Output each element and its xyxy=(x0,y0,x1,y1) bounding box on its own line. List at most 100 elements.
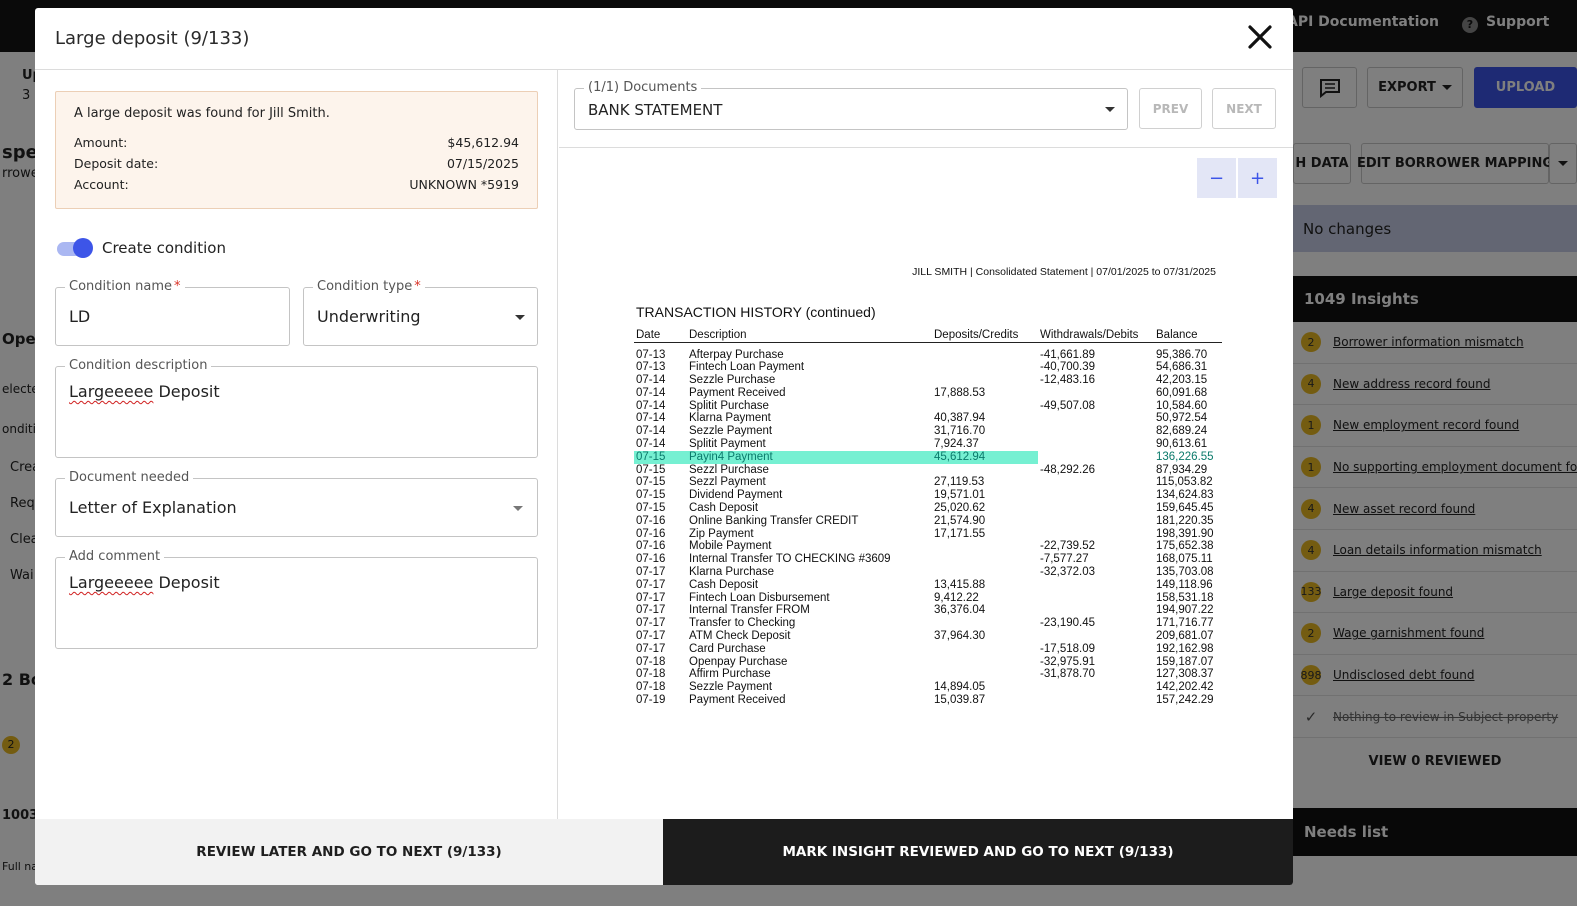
table-cell xyxy=(1038,502,1154,515)
table-cell xyxy=(1038,592,1154,605)
table-cell: 25,020.62 xyxy=(934,502,986,515)
mark-reviewed-button[interactable]: MARK INSIGHT REVIEWED AND GO TO NEXT (9/… xyxy=(663,819,1293,885)
table-cell: 175,652.38 xyxy=(1156,540,1214,553)
table-row: 07-18 Openpay Purchase -32,975.91 159,187.0… xyxy=(634,656,1222,669)
table-cell xyxy=(1038,476,1154,489)
table-cell: Zip Payment xyxy=(689,527,754,540)
document-select[interactable]: (1/1) Documents BANK STATEMENT xyxy=(574,80,1128,130)
table-cell: 07-14 xyxy=(636,425,666,438)
table-cell: 60,091.68 xyxy=(1156,386,1208,399)
zoom-out-button[interactable]: − xyxy=(1197,158,1236,198)
table-cell: 07-14 xyxy=(636,438,666,451)
table-cell: Sezzle Payment xyxy=(689,681,773,694)
table-cell xyxy=(1038,425,1154,438)
table-cell xyxy=(932,553,1038,566)
add-comment-textarea[interactable]: Add comment Largeeeee Deposit xyxy=(55,549,538,649)
table-cell xyxy=(1038,694,1154,707)
condition-description-value: Largeeeee Deposit xyxy=(69,382,220,401)
table-cell: 07-18 xyxy=(636,668,666,681)
table-cell: 135,703.08 xyxy=(1156,566,1214,579)
table-cell: Afterpay Purchase xyxy=(689,348,784,361)
table-cell: 07-17 xyxy=(636,617,666,630)
review-later-button[interactable]: REVIEW LATER AND GO TO NEXT (9/133) xyxy=(35,819,663,885)
table-cell: 07-14 xyxy=(636,374,666,387)
table-cell: Splitit Payment xyxy=(689,438,766,451)
condition-description-textarea[interactable]: Condition description Largeeeee Deposit xyxy=(55,358,538,458)
document-needed-value: Letter of Explanation xyxy=(69,498,237,517)
chevron-down-icon xyxy=(515,315,525,320)
table-cell: 07-14 xyxy=(636,412,666,425)
condition-description-label: Condition description xyxy=(65,358,212,373)
table-cell: 07-18 xyxy=(636,681,666,694)
table-cell: 82,689.24 xyxy=(1156,425,1208,438)
table-cell: 07-16 xyxy=(636,527,666,540)
table-row: 07-15 Sezzl Purchase -48,292.26 87,934.29 xyxy=(634,464,1222,477)
table-cell: ATM Check Deposit xyxy=(689,630,791,643)
table-cell: 07-13 xyxy=(636,348,666,361)
alert-message: A large deposit was found for Jill Smith… xyxy=(74,106,330,121)
document-select-value: BANK STATEMENT xyxy=(588,101,723,119)
table-cell: Sezzl Payment xyxy=(689,476,766,489)
condition-type-select[interactable]: Condition type * Underwriting xyxy=(303,279,538,346)
table-row: 07-16 Online Banking Transfer CREDIT 21,57… xyxy=(634,515,1222,528)
table-row: 07-14 Sezzle Purchase -12,483.16 42,203.15 xyxy=(634,374,1222,387)
table-cell xyxy=(1038,604,1154,617)
table-cell: 07-14 xyxy=(636,386,666,399)
condition-name-value: LD xyxy=(69,307,91,326)
table-cell: Dividend Payment xyxy=(689,489,783,502)
table-cell: 07-15 xyxy=(636,489,666,502)
table-row: 07-14 Splitit Payment 7,924.37 90,613.61 xyxy=(634,438,1222,451)
table-cell: Openpay Purchase xyxy=(689,655,788,668)
table-cell: 50,972.54 xyxy=(1156,412,1208,425)
table-cell xyxy=(932,361,1038,374)
table-cell: 07-17 xyxy=(636,604,666,617)
table-row: 07-19 Payment Received 15,039.87 157,242.29 xyxy=(634,694,1222,707)
bank-statement-page: JILL SMITH | Consolidated Statement | 07… xyxy=(559,149,1293,819)
table-cell: 171,716.77 xyxy=(1156,617,1214,630)
create-condition-toggle[interactable] xyxy=(55,238,93,258)
condition-type-value: Underwriting xyxy=(317,307,421,326)
condition-type-label: Condition type * xyxy=(313,279,425,294)
prev-document-button[interactable]: PREV xyxy=(1139,88,1202,129)
table-cell: Klarna Payment xyxy=(689,412,771,425)
large-deposit-alert: A large deposit was found for Jill Smith… xyxy=(55,91,538,209)
table-row: 07-15 Dividend Payment 19,571.01 134,624.83 xyxy=(634,489,1222,502)
zoom-controls: − + xyxy=(1197,158,1277,198)
table-row: 07-14 Payment Received 17,888.53 60,091.68 xyxy=(634,387,1222,400)
table-cell: Sezzle Payment xyxy=(689,425,773,438)
table-cell: Fintech Loan Disbursement xyxy=(689,591,830,604)
alert-value: 07/15/2025 xyxy=(446,156,519,171)
table-cell: -41,661.89 xyxy=(1040,348,1095,361)
table-cell: 127,308.37 xyxy=(1156,668,1214,681)
table-row: 07-15 Payin4 Payment 45,612.94 136,226.55 xyxy=(634,450,1222,464)
table-cell: 87,934.29 xyxy=(1156,463,1208,476)
table-cell: 40,387.94 xyxy=(934,412,986,425)
table-cell: Sezzle Purchase xyxy=(689,374,776,387)
table-cell: 31,716.70 xyxy=(934,425,986,438)
table-row: 07-17 Cash Deposit 13,415.88 149,118.96 xyxy=(634,579,1222,592)
next-document-button[interactable]: NEXT xyxy=(1212,88,1276,129)
table-cell: 27,119.53 xyxy=(934,476,985,489)
add-comment-value: Largeeeee Deposit xyxy=(69,573,220,592)
document-viewer-pane: (1/1) Documents BANK STATEMENT PREV NEXT… xyxy=(559,70,1293,819)
table-row: 07-17 Transfer to Checking -23,190.45 171,7… xyxy=(634,617,1222,630)
zoom-in-button[interactable]: + xyxy=(1238,158,1277,198)
table-cell xyxy=(1038,515,1154,528)
table-cell xyxy=(1038,412,1154,425)
table-cell: Payin4 Payment xyxy=(687,450,932,464)
close-button[interactable] xyxy=(1245,22,1275,52)
table-row: 07-14 Klarna Payment 40,387.94 50,972.54 xyxy=(634,412,1222,425)
table-row: 07-16 Zip Payment 17,171.55 198,391.90 xyxy=(634,528,1222,541)
document-needed-select[interactable]: Document needed Letter of Explanation xyxy=(55,470,538,537)
table-cell: 37,964.30 xyxy=(934,630,986,643)
table-cell: Fintech Loan Payment xyxy=(689,361,805,374)
table-cell: -32,372.03 xyxy=(1040,566,1095,579)
table-row: 07-16 Mobile Payment -22,739.52 175,652.38 xyxy=(634,540,1222,553)
table-cell: 159,187.07 xyxy=(1156,655,1214,668)
condition-name-field[interactable]: Condition name * LD xyxy=(55,279,290,346)
table-cell: 36,376.04 xyxy=(934,604,986,617)
alert-row-account: Account: UNKNOWN *5919 xyxy=(74,174,519,195)
table-cell: -40,700.39 xyxy=(1040,361,1095,374)
create-condition-row: Create condition xyxy=(55,238,226,258)
table-row: 07-14 Splitit Purchase -49,507.08 10,584.60 xyxy=(634,400,1222,413)
